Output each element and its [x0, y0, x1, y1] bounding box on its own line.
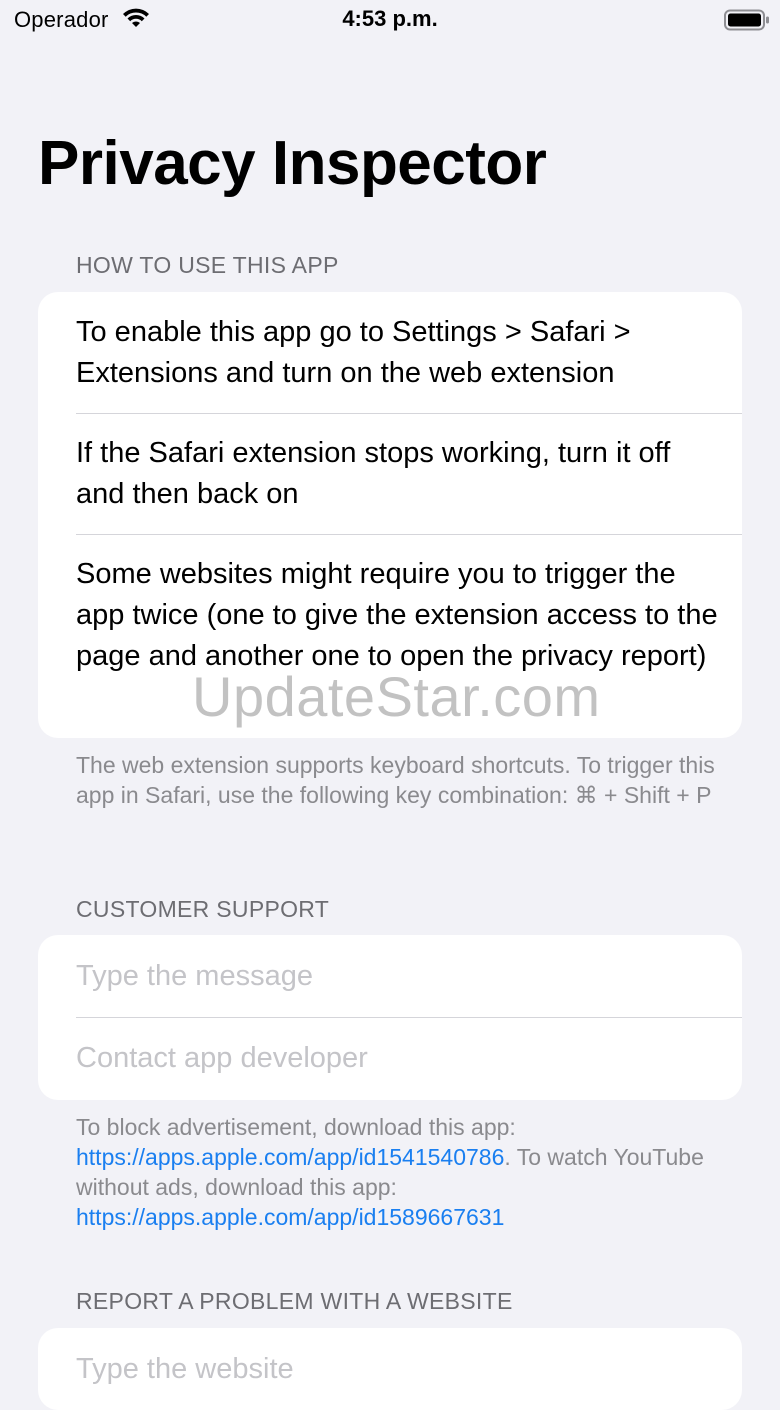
ad-block-text: To block advertisement, download this ap…	[76, 1114, 516, 1140]
page-title: Privacy Inspector	[38, 129, 547, 198]
website-input[interactable]	[76, 1352, 718, 1386]
message-input[interactable]	[76, 959, 718, 993]
customer-support-card	[38, 935, 742, 1100]
website-row	[38, 1328, 742, 1410]
how-to-item-2: If the Safari extension stops working, t…	[76, 437, 671, 510]
status-bar: Operador 4:53 p.m.	[0, 0, 780, 40]
section-header-customer-support: CUSTOMER SUPPORT	[76, 896, 330, 922]
keyboard-shortcut-note: The web extension supports keyboard shor…	[76, 752, 715, 808]
list-item: To enable this app go to Settings > Safa…	[38, 292, 742, 413]
how-to-item-3: Some websites might require you to trigg…	[76, 558, 718, 672]
customer-support-note: To block advertisement, download this ap…	[76, 1112, 716, 1232]
ad-block-app-link[interactable]: https://apps.apple.com/app/id1541540786	[76, 1144, 504, 1170]
youtube-app-link[interactable]: https://apps.apple.com/app/id1589667631	[76, 1204, 504, 1230]
how-to-card: To enable this app go to Settings > Safa…	[38, 292, 742, 738]
message-row	[38, 935, 742, 1017]
how-to-item-1: To enable this app go to Settings > Safa…	[76, 316, 631, 389]
section-header-how-to: HOW TO USE THIS APP	[76, 252, 339, 278]
contact-developer-input[interactable]	[76, 1041, 718, 1075]
section-header-report-problem: REPORT A PROBLEM WITH A WEBSITE	[76, 1288, 513, 1314]
contact-row	[38, 1017, 742, 1099]
battery-icon	[724, 9, 770, 31]
report-problem-card	[38, 1328, 742, 1410]
list-item: If the Safari extension stops working, t…	[38, 413, 742, 534]
clock: 4:53 p.m.	[342, 6, 438, 31]
list-item: Some websites might require you to trigg…	[38, 534, 742, 738]
